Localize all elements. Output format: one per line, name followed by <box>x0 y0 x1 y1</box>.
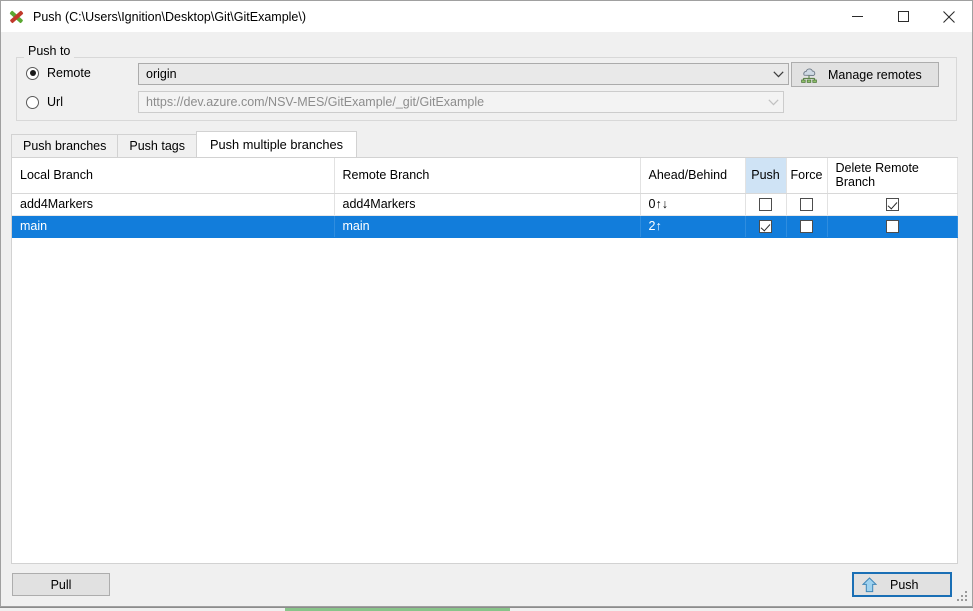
push-checkbox[interactable] <box>759 198 772 212</box>
column-header-delete-remote-branch[interactable]: Delete Remote Branch <box>827 158 958 194</box>
force-checkbox[interactable] <box>800 198 813 212</box>
table-header-row: Local Branch Remote Branch Ahead/Behind … <box>12 158 958 194</box>
column-header-push[interactable]: Push <box>745 158 787 194</box>
remote-combobox-value: origin <box>146 67 177 81</box>
cell-local-branch: main <box>12 215 335 238</box>
remote-radio[interactable] <box>26 66 39 80</box>
cell-force[interactable] <box>786 193 828 216</box>
bottom-strip <box>0 607 973 611</box>
remote-radio-row[interactable]: Remote <box>26 66 91 80</box>
table-row[interactable]: main main 2↑ <box>12 215 958 238</box>
cell-push[interactable] <box>745 193 787 216</box>
maximize-button[interactable] <box>880 1 926 32</box>
table-row[interactable]: add4Markers add4Markers 0↑↓ <box>12 193 958 216</box>
tab-push-branches[interactable]: Push branches <box>11 134 119 157</box>
tab-bar: Push branches Push tags Push multiple br… <box>11 131 358 157</box>
cell-remote-branch: add4Markers <box>334 193 641 216</box>
minimize-button[interactable] <box>834 1 880 32</box>
tab-push-tags[interactable]: Push tags <box>117 134 197 157</box>
cell-delete-remote[interactable] <box>827 215 958 238</box>
cell-remote-branch: main <box>334 215 641 238</box>
remote-combobox[interactable]: origin <box>138 63 789 85</box>
remote-radio-label: Remote <box>47 66 91 80</box>
cloud-network-icon <box>800 67 818 83</box>
tab-push-tags-label: Push tags <box>129 139 185 153</box>
chevron-down-icon-disabled <box>763 98 783 106</box>
push-dialog-window: Push (C:\Users\Ignition\Desktop\Git\GitE… <box>0 0 973 607</box>
url-combobox[interactable]: https://dev.azure.com/NSV-MES/GitExample… <box>138 91 784 113</box>
cell-local-branch: add4Markers <box>12 193 335 216</box>
close-button[interactable] <box>926 1 972 32</box>
column-header-force[interactable]: Force <box>786 158 828 194</box>
cell-push[interactable] <box>745 215 787 238</box>
title-bar: Push (C:\Users\Ignition\Desktop\Git\GitE… <box>1 1 972 32</box>
delete-remote-checkbox[interactable] <box>885 220 899 234</box>
push-to-group-title: Push to <box>24 44 75 58</box>
cell-ahead-behind: 0↑↓ <box>640 193 746 216</box>
column-header-local-branch[interactable]: Local Branch <box>12 158 335 194</box>
manage-remotes-button[interactable]: Manage remotes <box>791 62 939 87</box>
url-radio-label: Url <box>47 95 63 109</box>
pull-button[interactable]: Pull <box>12 573 110 596</box>
force-checkbox[interactable] <box>800 220 813 234</box>
push-button[interactable]: Push <box>852 572 952 597</box>
smartgit-x-icon <box>8 8 25 25</box>
cell-ahead-behind: 2↑ <box>640 215 746 238</box>
window-controls <box>834 1 972 32</box>
push-checkbox[interactable] <box>759 220 772 234</box>
pull-button-label: Pull <box>50 577 72 592</box>
branches-table: Local Branch Remote Branch Ahead/Behind … <box>12 158 958 238</box>
manage-remotes-label: Manage remotes <box>828 67 922 82</box>
push-button-label: Push <box>890 577 919 592</box>
column-header-remote-branch[interactable]: Remote Branch <box>334 158 641 194</box>
tab-push-branches-label: Push branches <box>23 139 107 153</box>
url-combobox-value: https://dev.azure.com/NSV-MES/GitExample… <box>146 95 485 109</box>
resize-grip[interactable] <box>957 591 968 602</box>
column-header-ahead-behind[interactable]: Ahead/Behind <box>640 158 746 194</box>
blue-up-arrow-icon <box>861 576 878 593</box>
window-title: Push (C:\Users\Ignition\Desktop\Git\GitE… <box>33 9 307 24</box>
chevron-down-icon[interactable] <box>768 70 788 78</box>
tab-push-multiple-branches[interactable]: Push multiple branches <box>195 131 358 157</box>
cell-force[interactable] <box>786 215 828 238</box>
delete-remote-checkbox[interactable] <box>885 198 899 212</box>
url-radio[interactable] <box>26 95 39 109</box>
cell-delete-remote[interactable] <box>827 193 958 216</box>
url-radio-row[interactable]: Url <box>26 95 63 109</box>
branches-table-panel: Local Branch Remote Branch Ahead/Behind … <box>11 157 958 564</box>
tab-push-multiple-branches-label: Push multiple branches <box>209 137 344 152</box>
